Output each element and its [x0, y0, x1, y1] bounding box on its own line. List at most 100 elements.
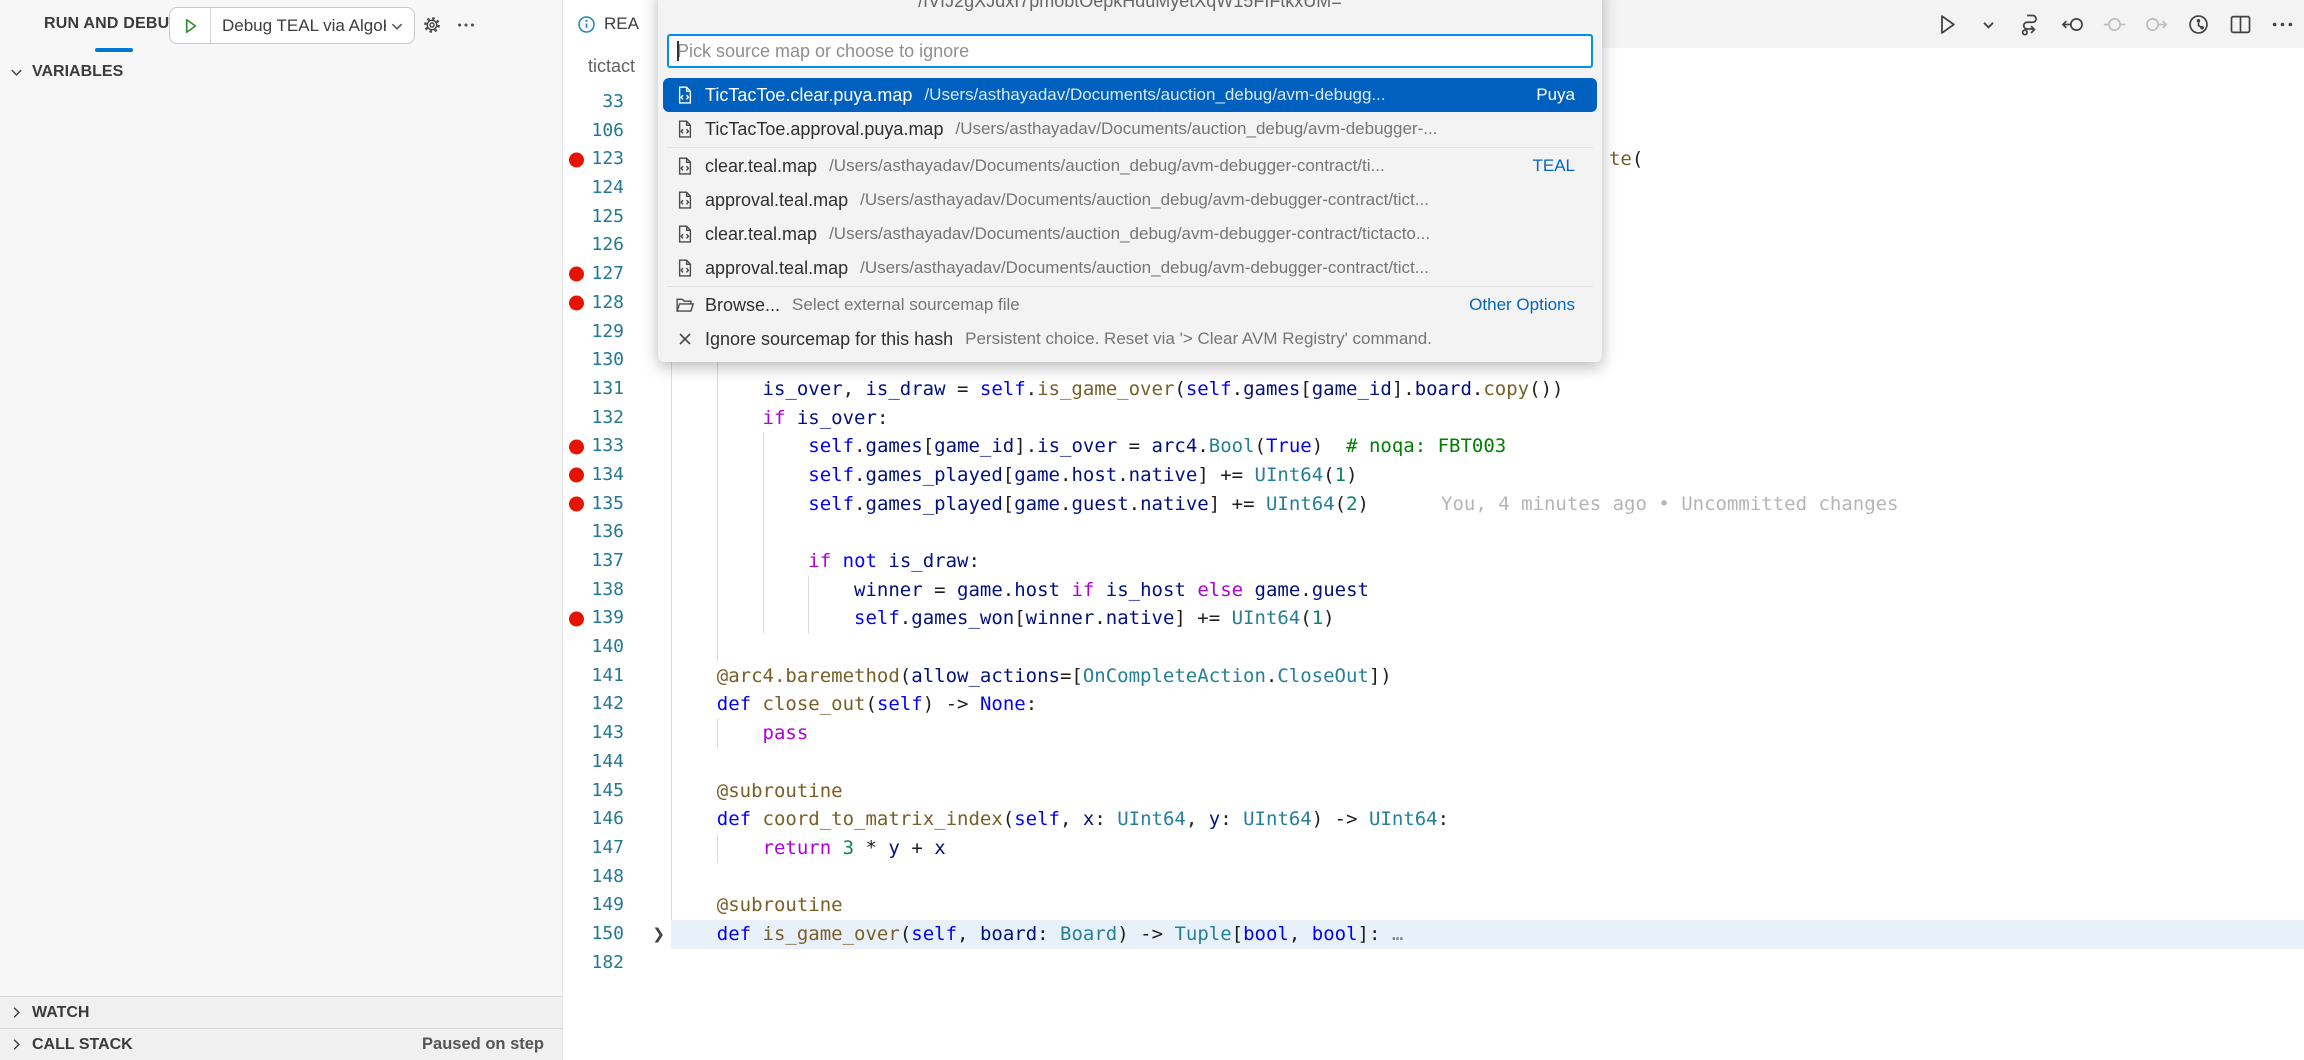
code-line[interactable]: 134 self.games_played[game.host.native] …: [564, 461, 2304, 490]
breakpoint-icon[interactable]: [569, 152, 584, 167]
breadcrumb-item[interactable]: tictact: [588, 56, 635, 76]
code-line-text[interactable]: self.games[game_id].is_over = arc4.Bool(…: [671, 432, 2304, 461]
run-by-line-icon[interactable]: [2017, 11, 2044, 38]
code-line-text[interactable]: is_over, is_draw = self.is_game_over(sel…: [671, 375, 2304, 404]
variables-section-header[interactable]: VARIABLES: [0, 57, 562, 87]
line-gutter[interactable]: 147: [564, 834, 671, 863]
code-line[interactable]: 149 @subroutine: [564, 891, 2304, 920]
line-gutter[interactable]: 106: [564, 117, 671, 146]
call-stack-section-header[interactable]: CALL STACK Paused on step: [0, 1028, 562, 1060]
line-gutter[interactable]: 136: [564, 518, 671, 547]
run-options-chevron-icon[interactable]: [1975, 11, 2002, 38]
code-line[interactable]: 141 @arc4.baremethod(allow_actions=[OnCo…: [564, 662, 2304, 691]
reverse-continue-icon[interactable]: [2059, 11, 2086, 38]
code-line[interactable]: 133 self.games[game_id].is_over = arc4.B…: [564, 432, 2304, 461]
line-gutter[interactable]: 133: [564, 432, 671, 461]
quick-pick-item[interactable]: clear.teal.map/Users/asthayadav/Document…: [663, 149, 1597, 183]
gear-icon[interactable]: [421, 14, 443, 36]
code-line[interactable]: 139 self.games_won[winner.native] += UIn…: [564, 604, 2304, 633]
line-gutter[interactable]: 139: [564, 604, 671, 633]
line-gutter[interactable]: 141: [564, 662, 671, 691]
line-gutter[interactable]: 33: [564, 88, 671, 117]
breakpoint-icon[interactable]: [569, 496, 584, 511]
code-line-text[interactable]: [671, 748, 2304, 777]
code-line[interactable]: 136: [564, 518, 2304, 547]
quick-pick-item-badge[interactable]: Other Options: [1457, 295, 1585, 315]
line-gutter[interactable]: 140: [564, 633, 671, 662]
code-line-text[interactable]: self.games_won[winner.native] += UInt64(…: [671, 604, 2304, 633]
line-gutter[interactable]: 144: [564, 748, 671, 777]
code-line[interactable]: 148: [564, 863, 2304, 892]
run-graph-icon[interactable]: [2185, 11, 2212, 38]
breakpoint-icon[interactable]: [569, 439, 584, 454]
watch-section-header[interactable]: WATCH: [0, 996, 562, 1028]
breakpoint-icon[interactable]: [569, 611, 584, 626]
quick-pick-item[interactable]: Browse...Select external sourcemap fileO…: [663, 288, 1597, 322]
code-line-text[interactable]: pass: [671, 719, 2304, 748]
line-gutter[interactable]: 125: [564, 203, 671, 232]
breakpoint-icon[interactable]: [569, 296, 584, 311]
quick-pick-item-badge[interactable]: TEAL: [1520, 156, 1585, 176]
line-gutter[interactable]: 137: [564, 547, 671, 576]
code-line[interactable]: 146 def coord_to_matrix_index(self, x: U…: [564, 805, 2304, 834]
code-line-text[interactable]: def is_game_over(self, board: Board) -> …: [671, 920, 2304, 949]
code-line[interactable]: 143 pass: [564, 719, 2304, 748]
line-gutter[interactable]: 148: [564, 863, 671, 892]
quick-pick-item[interactable]: Ignore sourcemap for this hashPersistent…: [663, 322, 1597, 356]
line-gutter[interactable]: 145: [564, 777, 671, 806]
debug-start-icon[interactable]: [170, 8, 211, 43]
line-gutter[interactable]: 131: [564, 375, 671, 404]
code-line-text[interactable]: @arc4.baremethod(allow_actions=[OnComple…: [671, 662, 2304, 691]
quick-pick-item[interactable]: approval.teal.map/Users/asthayadav/Docum…: [663, 251, 1597, 285]
line-gutter[interactable]: 182: [564, 949, 671, 978]
quick-pick-item[interactable]: approval.teal.map/Users/asthayadav/Docum…: [663, 183, 1597, 217]
code-line-text[interactable]: [671, 518, 2304, 547]
line-gutter[interactable]: 142: [564, 690, 671, 719]
quick-pick-item[interactable]: TicTacToe.approval.puya.map/Users/asthay…: [663, 112, 1597, 146]
line-gutter[interactable]: 124: [564, 174, 671, 203]
code-line[interactable]: 182: [564, 949, 2304, 978]
split-editor-icon[interactable]: [2227, 11, 2254, 38]
code-line-text[interactable]: @subroutine: [671, 891, 2304, 920]
debug-config-dropdown[interactable]: Debug TEAL via AlgoKi: [169, 7, 415, 44]
code-line-text[interactable]: return 3 * y + x: [671, 834, 2304, 863]
code-line[interactable]: 144: [564, 748, 2304, 777]
breakpoint-icon[interactable]: [569, 267, 584, 282]
code-line[interactable]: 147 return 3 * y + x: [564, 834, 2304, 863]
code-line-text[interactable]: [671, 633, 2304, 662]
code-line-text[interactable]: self.games_played[game.host.native] += U…: [671, 461, 2304, 490]
code-line[interactable]: 150❯ def is_game_over(self, board: Board…: [564, 920, 2304, 949]
code-line[interactable]: 132 if is_over:: [564, 404, 2304, 433]
code-line-text[interactable]: if not is_draw:: [671, 547, 2304, 576]
line-gutter[interactable]: 143: [564, 719, 671, 748]
code-line[interactable]: 135 self.games_played[game.guest.native]…: [564, 490, 2304, 519]
line-gutter[interactable]: 146: [564, 805, 671, 834]
code-line-text[interactable]: [671, 949, 2304, 978]
editor-tab[interactable]: REA: [564, 0, 659, 48]
line-gutter[interactable]: 126: [564, 231, 671, 260]
code-line[interactable]: 131 is_over, is_draw = self.is_game_over…: [564, 375, 2304, 404]
code-line-text[interactable]: winner = game.host if is_host else game.…: [671, 576, 2304, 605]
code-line[interactable]: 145 @subroutine: [564, 777, 2304, 806]
line-gutter[interactable]: 132: [564, 404, 671, 433]
code-line-text[interactable]: self.games_played[game.guest.native] += …: [671, 490, 2304, 519]
code-line-text[interactable]: def close_out(self) -> None:: [671, 690, 2304, 719]
line-gutter[interactable]: 134: [564, 461, 671, 490]
line-gutter[interactable]: 123: [564, 145, 671, 174]
code-line-text[interactable]: @subroutine: [671, 777, 2304, 806]
quick-pick-item[interactable]: clear.teal.map/Users/asthayadav/Document…: [663, 217, 1597, 251]
code-line-text[interactable]: def coord_to_matrix_index(self, x: UInt6…: [671, 805, 2304, 834]
line-gutter[interactable]: 129: [564, 318, 671, 347]
quick-pick-item[interactable]: TicTacToe.clear.puya.map/Users/asthayada…: [663, 78, 1597, 112]
line-gutter[interactable]: 135: [564, 490, 671, 519]
code-line[interactable]: 142 def close_out(self) -> None:: [564, 690, 2304, 719]
more-icon[interactable]: [455, 14, 477, 36]
line-gutter[interactable]: 130: [564, 346, 671, 375]
code-line-text[interactable]: [671, 863, 2304, 892]
code-line[interactable]: 138 winner = game.host if is_host else g…: [564, 576, 2304, 605]
breakpoint-icon[interactable]: [569, 468, 584, 483]
code-line[interactable]: 137 if not is_draw:: [564, 547, 2304, 576]
line-gutter[interactable]: 128: [564, 289, 671, 318]
fold-chevron-icon[interactable]: ❯: [652, 920, 665, 949]
code-line-text[interactable]: if is_over:: [671, 404, 2304, 433]
